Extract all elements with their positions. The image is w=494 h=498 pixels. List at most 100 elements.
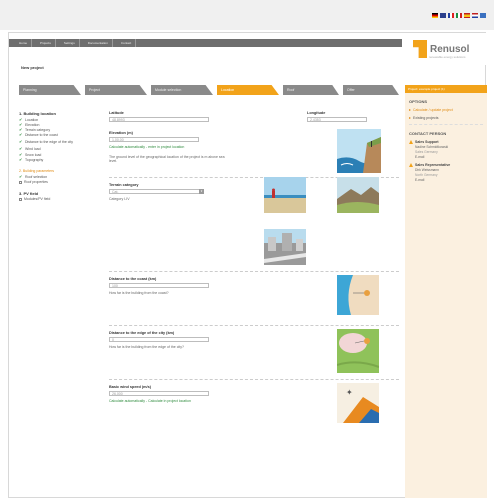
topnav-item[interactable]: Home bbox=[15, 39, 33, 47]
chevron-down-icon[interactable]: ▾ bbox=[199, 189, 204, 194]
svg-text:✦: ✦ bbox=[346, 388, 353, 397]
section-divider bbox=[109, 271, 399, 272]
topnav-item[interactable]: Settings bbox=[60, 39, 80, 47]
arrow-right-icon: ▸ bbox=[409, 115, 412, 120]
city-distance-note: How far is the building from the edge of… bbox=[109, 345, 184, 349]
tab-location[interactable]: Location bbox=[217, 85, 279, 95]
step-label: Snow load bbox=[25, 152, 42, 157]
step-label: Elevation bbox=[25, 122, 40, 127]
longitude-input[interactable]: 2,4353 bbox=[307, 117, 367, 122]
city-edge-image bbox=[337, 329, 379, 373]
topnav-item[interactable]: Projects bbox=[36, 39, 56, 47]
language-flags[interactable] bbox=[432, 13, 486, 18]
elevation-input[interactable]: 1,00,00 bbox=[109, 137, 199, 142]
sidebar-divider bbox=[409, 124, 483, 125]
check-icon: ✔ bbox=[19, 156, 23, 162]
logo-subtitle: renewable energy solutions bbox=[429, 55, 466, 59]
check-icon: ✔ bbox=[19, 132, 23, 138]
elevation-auto-link[interactable]: Calculate automatically - enter in proje… bbox=[109, 145, 299, 149]
flag-nl-icon[interactable] bbox=[472, 13, 478, 18]
topnav-item[interactable]: Documentation bbox=[84, 39, 113, 47]
step-item[interactable]: ✔ Distance to the edge of the city bbox=[19, 138, 104, 147]
check-icon: ✔ bbox=[19, 116, 23, 122]
step-label: Distance to the coast bbox=[25, 133, 58, 138]
top-navigation: Home Projects Settings Documentation Con… bbox=[9, 39, 402, 47]
flag-it-icon[interactable] bbox=[456, 13, 462, 18]
step-label: Roof properties bbox=[24, 180, 48, 185]
wind-speed-label: Basic wind speed (m/s) bbox=[109, 385, 151, 389]
contact-person: Sales Support Nadine Schmidtkowski Sales… bbox=[405, 140, 487, 159]
page-title: New project bbox=[21, 65, 44, 70]
step-label: Roof selection bbox=[25, 175, 48, 180]
contact-email-link[interactable]: E-mail bbox=[415, 155, 483, 159]
step-navigation: 1. Building location ✔ Location ✔ Elevatio… bbox=[19, 111, 104, 202]
tab-planning[interactable]: Planning bbox=[19, 85, 81, 95]
elevation-label: Elevation (m) bbox=[109, 131, 133, 135]
option-calculate-project[interactable]: ▸ Calculate / update project bbox=[405, 107, 487, 112]
city-distance-input[interactable]: 0 bbox=[109, 337, 209, 342]
tab-offer[interactable]: Offer bbox=[343, 85, 399, 95]
contact-person: Sales Representative Dirk Weissmann Nort… bbox=[405, 163, 487, 182]
right-sidebar: Project: example project (1) OPTIONS ▸ Ca… bbox=[405, 85, 487, 498]
contact-region: North Germany bbox=[415, 173, 438, 177]
contact-role: Sales Support bbox=[415, 140, 439, 144]
contact-email-link[interactable]: E-mail bbox=[415, 178, 483, 182]
coast-distance-label: Distance to the coast (km) bbox=[109, 277, 157, 281]
warning-icon bbox=[409, 140, 413, 144]
browser-top-band bbox=[0, 0, 494, 30]
section-divider bbox=[109, 325, 399, 326]
step-label: Topography bbox=[25, 157, 44, 162]
flag-gr-icon[interactable] bbox=[480, 13, 486, 18]
arrow-right-icon: ▸ bbox=[409, 107, 412, 112]
coast-distance-note: How far is the building from the coast? bbox=[109, 291, 169, 295]
step-label: Terrain category bbox=[25, 127, 51, 132]
flag-de-icon[interactable] bbox=[432, 13, 438, 18]
step-label: Distance to the edge of the city bbox=[25, 140, 74, 145]
terrain-image-city bbox=[264, 229, 306, 265]
latitude-input[interactable]: 48,8993 bbox=[109, 117, 209, 122]
elevation-note: The ground level of the geographical loc… bbox=[109, 155, 225, 163]
step-label: Wind load bbox=[25, 147, 41, 152]
tab-module-selection[interactable]: Module selection bbox=[151, 85, 213, 95]
city-distance-label: Distance to the edge of the city (km) bbox=[109, 331, 175, 335]
app-window: Home Projects Settings Documentation Con… bbox=[8, 32, 487, 498]
tab-project[interactable]: Project bbox=[85, 85, 147, 95]
option-existing-projects[interactable]: ▸ Existing projects bbox=[405, 115, 487, 120]
renusol-logo[interactable]: Renusol renewable energy solutions bbox=[405, 33, 487, 65]
topnav-item[interactable]: Contact bbox=[117, 39, 137, 47]
wind-speed-auto-link[interactable]: Calculate automatically - Calculate in p… bbox=[109, 399, 299, 403]
flag-uk-icon[interactable] bbox=[440, 13, 446, 18]
contact-heading: CONTACT PERSON bbox=[409, 131, 447, 136]
contact-name: Dirk Weissmann bbox=[415, 168, 439, 172]
section-divider bbox=[109, 379, 399, 380]
current-project-bar[interactable]: Project: example project (1) bbox=[405, 85, 487, 93]
terrain-image-beach bbox=[264, 177, 306, 213]
longitude-label: Longitude bbox=[307, 111, 326, 115]
option-label: Calculate / update project bbox=[413, 107, 453, 112]
check-icon: ✔ bbox=[19, 151, 23, 157]
step-label: Modules/PV field bbox=[24, 197, 51, 202]
terrain-image-hills bbox=[337, 177, 379, 213]
options-heading: OPTIONS bbox=[409, 99, 428, 104]
wind-speed-input[interactable]: 26,000 bbox=[109, 391, 209, 396]
tab-bar: Planning Project Module selection Locati… bbox=[19, 85, 399, 95]
location-form: Latitude 48,8993 Longitude 2,4353 Elevat… bbox=[109, 111, 399, 498]
step-section-title[interactable]: 1. Building location bbox=[19, 111, 104, 116]
step-section-title[interactable]: 3. PV field bbox=[19, 191, 104, 196]
check-icon: ✔ bbox=[19, 139, 23, 145]
tab-roof[interactable]: Roof bbox=[283, 85, 339, 95]
terrain-note: Category I-IV bbox=[109, 197, 130, 201]
check-icon: ✔ bbox=[19, 146, 23, 152]
step-section-title[interactable]: 2. Building parameters bbox=[19, 168, 104, 173]
coast-distance-input[interactable]: 100 bbox=[109, 283, 209, 288]
terrain-select[interactable]: Cat. bbox=[109, 189, 204, 194]
coast-image bbox=[337, 275, 379, 315]
logo-text: Renusol bbox=[430, 43, 470, 55]
option-label: Existing projects bbox=[413, 115, 439, 120]
contact-region: Sales Germany bbox=[415, 150, 438, 154]
warning-icon bbox=[409, 163, 413, 167]
unchecked-box-icon bbox=[19, 180, 22, 184]
flag-es-icon[interactable] bbox=[464, 13, 470, 18]
flag-fr-icon[interactable] bbox=[448, 13, 454, 18]
step-item[interactable]: Modules/PV field bbox=[19, 197, 104, 202]
